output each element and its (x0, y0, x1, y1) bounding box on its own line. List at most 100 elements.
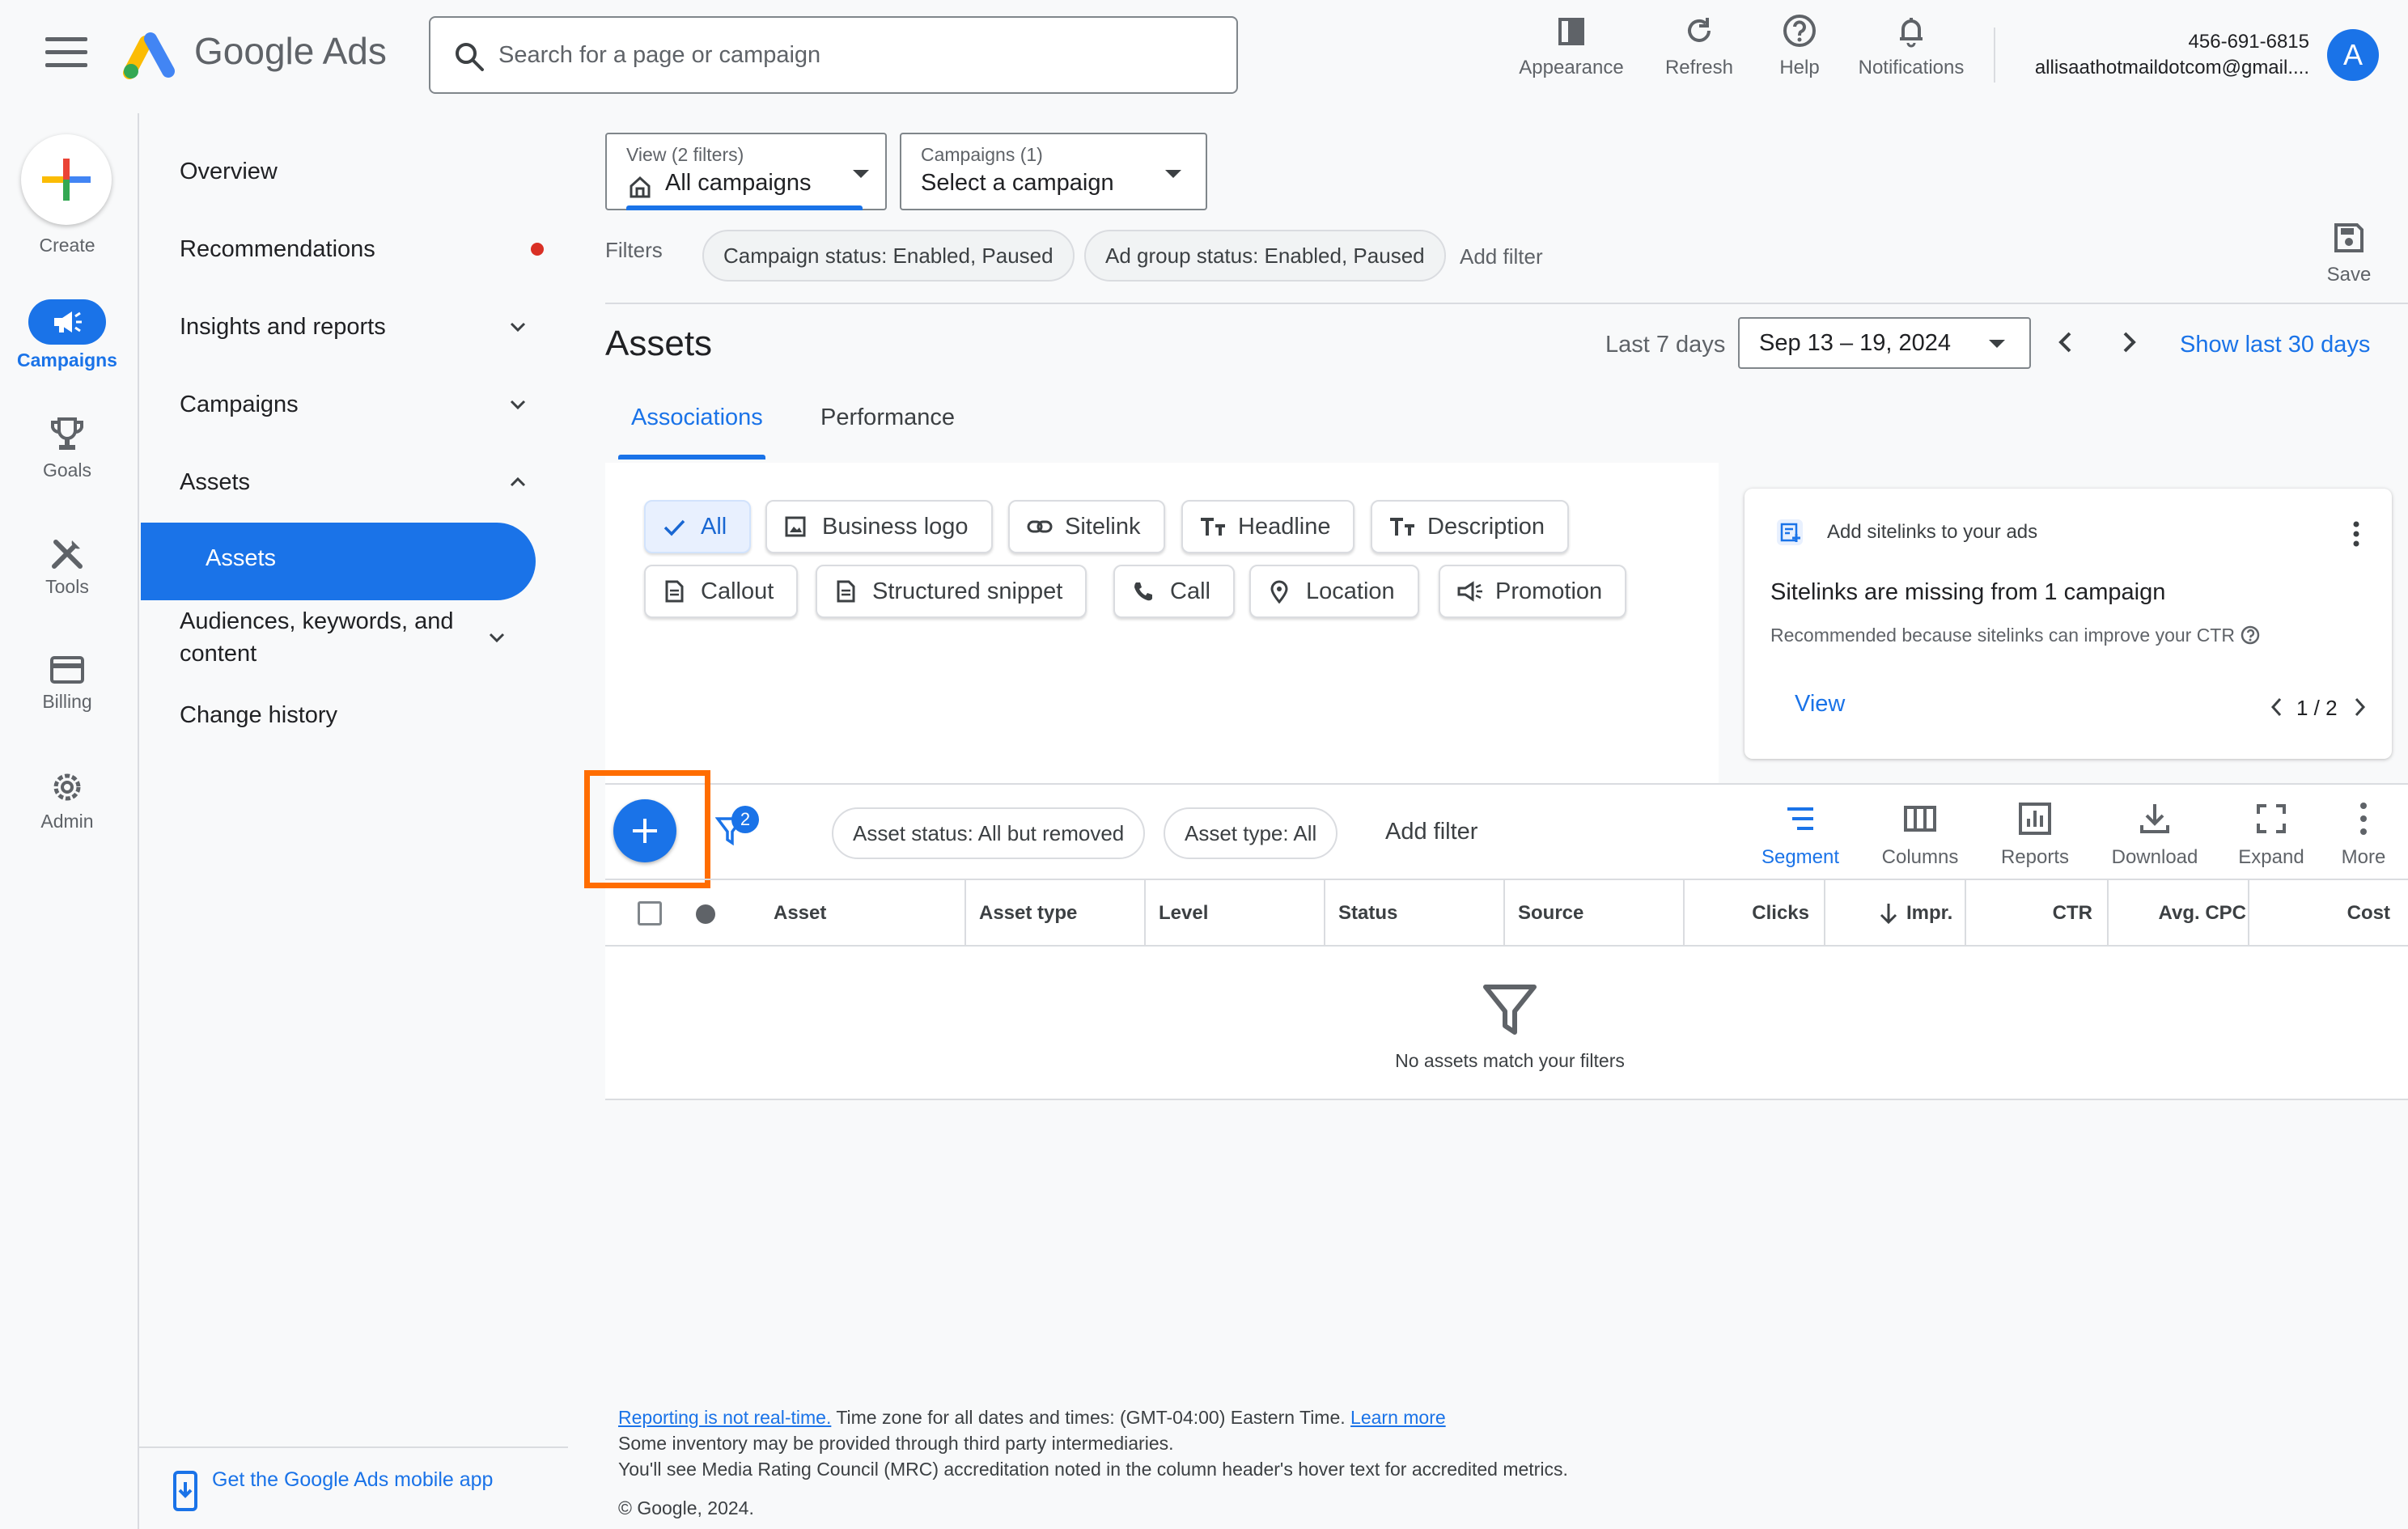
search-box[interactable] (429, 16, 1238, 94)
column-header-status[interactable]: Status (1338, 880, 1397, 947)
select-all-checkbox[interactable] (638, 901, 662, 925)
column-header-cost[interactable]: Cost (2258, 880, 2390, 947)
learn-more-link[interactable]: Learn more (1350, 1407, 1446, 1428)
more-button[interactable]: More (2319, 801, 2408, 869)
divider (605, 303, 2408, 304)
column-header-ctr[interactable]: CTR (1974, 880, 2092, 947)
view-filter-value: All campaigns (665, 170, 812, 196)
filters-label: Filters (605, 238, 663, 262)
create-button[interactable] (21, 134, 112, 225)
nav-campaigns-label: Campaigns (180, 392, 299, 417)
nav-assets-sub-active[interactable]: Assets (141, 523, 536, 600)
recommendation-view-button[interactable]: View (1795, 691, 1845, 718)
column-header-asset-type[interactable]: Asset type (979, 880, 1077, 947)
column-divider (1683, 880, 1685, 947)
phone-download-icon (173, 1471, 197, 1511)
view-filter-dropdown[interactable]: View (2 filters) All campaigns (605, 133, 887, 210)
asset-type-chip-promotion[interactable]: Promotion (1439, 565, 1627, 618)
more-vert-icon[interactable] (2345, 519, 2368, 548)
column-header-clicks[interactable]: Clicks (1699, 880, 1809, 947)
help-button[interactable]: Help (1735, 11, 1864, 92)
campaign-select-dropdown[interactable]: Campaigns (1) Select a campaign (900, 133, 1207, 210)
nav-audiences-label: Audiences, keywords, and content (180, 608, 454, 667)
nav-assets[interactable]: Assets (180, 466, 536, 498)
date-range-picker[interactable]: Sep 13 – 19, 2024 (1738, 317, 2031, 369)
appearance-icon (1558, 18, 1584, 45)
help-icon[interactable] (2240, 625, 2261, 646)
rail-item-goals[interactable]: Goals (0, 416, 134, 481)
text-format-icon (1390, 518, 1414, 536)
filter-chip-asset-type[interactable]: Asset type: All (1164, 807, 1338, 859)
filter-toggle-button[interactable]: 2 (715, 806, 764, 854)
megaphone-icon (54, 311, 82, 332)
chevron-down-icon[interactable] (487, 628, 507, 647)
appearance-button[interactable]: Appearance (1507, 11, 1636, 92)
rail-item-campaigns[interactable]: Campaigns (0, 299, 134, 371)
expand-button[interactable]: Expand (2219, 801, 2324, 869)
add-filter-button[interactable]: Add filter (1460, 244, 1543, 269)
column-header-impressions[interactable]: Impr. (1906, 880, 1952, 947)
filter-chip-ad-group-status[interactable]: Ad group status: Enabled, Paused (1084, 230, 1446, 282)
asset-type-chip-all[interactable]: All (644, 500, 752, 553)
asset-type-chip-business-logo[interactable]: Business logo (765, 500, 993, 553)
filter-chip-campaign-status[interactable]: Campaign status: Enabled, Paused (702, 230, 1075, 282)
column-divider (964, 880, 966, 947)
nav-campaigns[interactable]: Campaigns (180, 388, 536, 421)
date-range-value: Sep 13 – 19, 2024 (1759, 330, 1952, 356)
arrow-down-icon (1880, 904, 1897, 925)
avatar[interactable]: A (2327, 29, 2379, 81)
show-last-30-days-link[interactable]: Show last 30 days (2180, 332, 2370, 358)
campaign-select-value: Select a campaign (921, 170, 1114, 196)
asset-type-chip-callout[interactable]: Callout (644, 565, 799, 618)
column-header-asset[interactable]: Asset (774, 880, 826, 947)
save-button[interactable]: Save (2314, 222, 2384, 286)
filter-chip-asset-status[interactable]: Asset status: All but removed (832, 807, 1146, 859)
asset-type-chip-sitelink[interactable]: Sitelink (1008, 500, 1165, 553)
search-icon (456, 43, 484, 71)
asset-type-chip-headline[interactable]: Headline (1181, 500, 1355, 553)
mobile-app-text: Get the Google Ads mobile app (212, 1468, 494, 1491)
asset-type-chip-call[interactable]: Call (1113, 565, 1235, 618)
columns-icon (1904, 806, 1936, 832)
search-input[interactable] (498, 37, 1210, 73)
column-header-level[interactable]: Level (1159, 880, 1208, 947)
asset-type-chip-structured-snippet[interactable]: Structured snippet (816, 565, 1087, 618)
recommendation-body-text: Recommended because sitelinks can improv… (1770, 625, 2235, 646)
chevron-right-icon[interactable] (2351, 696, 2369, 718)
tab-associations[interactable]: Associations (631, 404, 763, 431)
rail-item-billing[interactable]: Billing (0, 654, 134, 713)
chevron-left-icon[interactable] (2267, 696, 2285, 718)
notifications-button[interactable]: Notifications (1846, 11, 1976, 92)
divider (605, 945, 2408, 947)
nav-overview[interactable]: Overview (180, 155, 536, 188)
chevron-left-icon[interactable] (2052, 328, 2079, 356)
chevron-right-icon[interactable] (2115, 328, 2143, 356)
gear-icon (53, 773, 81, 801)
add-filter-button[interactable]: Add filter (1385, 819, 1477, 845)
column-header-source[interactable]: Source (1518, 880, 1583, 947)
main-menu-icon[interactable] (45, 37, 87, 73)
nav-insights[interactable]: Insights and reports (180, 311, 536, 343)
rail-item-admin[interactable]: Admin (0, 769, 134, 832)
tab-performance[interactable]: Performance (820, 404, 955, 431)
columns-button[interactable]: Columns (1867, 801, 1973, 869)
reporting-link[interactable]: Reporting is not real-time. (618, 1407, 831, 1428)
reports-button[interactable]: Reports (1982, 801, 2088, 869)
billing-label: Billing (42, 691, 92, 712)
home-icon (630, 176, 651, 198)
download-button[interactable]: Download (2102, 801, 2207, 869)
account-info[interactable]: 456-691-6815 allisaathotmaildotcom@gmail… (2035, 29, 2309, 81)
column-header-avg-cpc[interactable]: Avg. CPC (2115, 880, 2246, 947)
more-label: More (2341, 846, 2386, 868)
google-ads-logo[interactable] (121, 31, 178, 79)
campaigns-pill (28, 299, 106, 345)
segment-button[interactable]: Segment (1748, 801, 1853, 869)
column-divider (2107, 880, 2109, 947)
asset-type-chip-location[interactable]: Location (1249, 565, 1419, 618)
nav-recommendations[interactable]: Recommendations (180, 233, 544, 265)
rail-item-tools[interactable]: Tools (0, 536, 134, 598)
nav-change-history[interactable]: Change history (180, 699, 536, 731)
divider (139, 1446, 568, 1448)
nav-audiences[interactable]: Audiences, keywords, and content (180, 605, 487, 670)
asset-type-chip-description[interactable]: Description (1371, 500, 1570, 553)
